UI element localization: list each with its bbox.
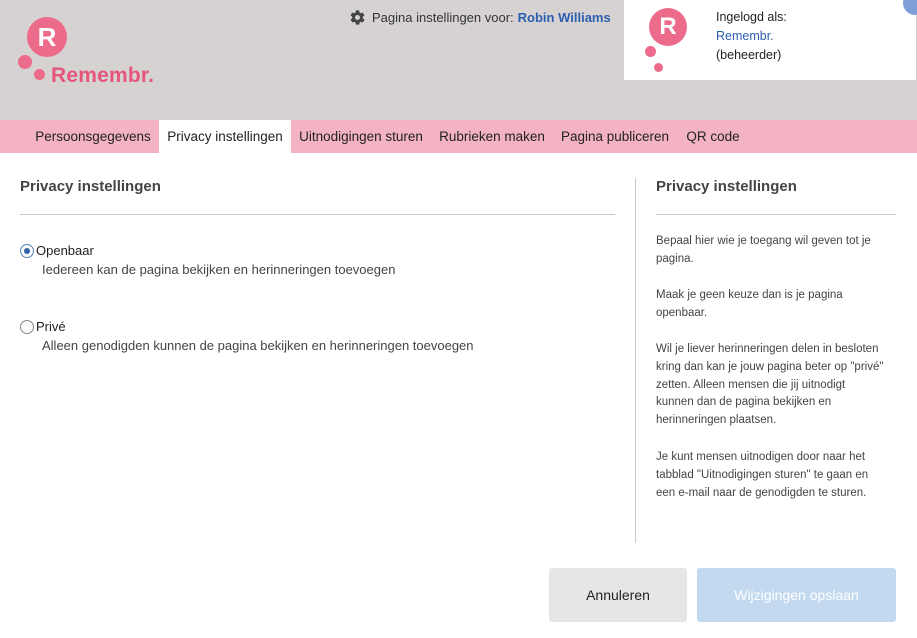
tab-bar: Persoonsgegevens Privacy instellingen Ui… xyxy=(0,120,917,153)
site-header: R Remembr. Pagina instellingen voor: Rob… xyxy=(0,0,917,120)
help-paragraph: Maak je geen keuze dan is je pagina open… xyxy=(656,289,843,319)
tab-rubrieken-maken[interactable]: Rubrieken maken xyxy=(431,120,553,153)
cancel-button[interactable]: Annuleren xyxy=(549,568,687,622)
radio-checked-icon[interactable] xyxy=(20,243,34,258)
page-title: Privacy instellingen xyxy=(20,178,161,195)
page-settings-prefix: Pagina instellingen voor: xyxy=(372,9,514,25)
vertical-divider xyxy=(635,178,636,543)
avatar-dot-small xyxy=(654,63,663,72)
avatar-circle: R xyxy=(649,8,687,46)
user-panel: R Ingelogd als: Remembr. (beheerder) xyxy=(624,0,916,80)
radio-unchecked-icon[interactable] xyxy=(20,319,34,334)
help-divider xyxy=(656,214,896,215)
remembr-logo[interactable]: R Remembr. xyxy=(16,14,166,94)
logo-circle: R xyxy=(27,17,67,57)
tab-privacy-instellingen[interactable]: Privacy instellingen xyxy=(159,120,291,153)
help-paragraph: Wil je liever herinneringen delen in bes… xyxy=(656,343,884,427)
divider xyxy=(20,214,615,215)
tab-qr-code[interactable]: QR code xyxy=(677,120,749,153)
avatar: R xyxy=(644,8,700,74)
help-title: Privacy instellingen xyxy=(656,178,797,195)
user-role: (beheerder) xyxy=(716,48,782,62)
option-openbaar[interactable]: Openbaar xyxy=(20,243,94,258)
username-link[interactable]: Remembr. xyxy=(716,27,787,46)
tab-persoonsgegevens[interactable]: Persoonsgegevens xyxy=(27,120,159,153)
page-owner-link[interactable]: Robin Williams xyxy=(518,10,611,25)
logged-in-label: Ingelogd als: xyxy=(716,10,787,24)
tab-uitnodigingen-sturen[interactable]: Uitnodigingen sturen xyxy=(291,120,431,153)
logo-dot xyxy=(18,55,32,69)
option-openbaar-label: Openbaar xyxy=(36,243,94,258)
logo-dot-small xyxy=(34,69,45,80)
option-prive[interactable]: Privé xyxy=(20,319,66,334)
save-button[interactable]: Wijzigingen opslaan xyxy=(697,568,896,622)
help-paragraph: Bepaal hier wie je toegang wil geven tot… xyxy=(656,235,871,265)
avatar-letter: R xyxy=(659,13,677,40)
logo-letter: R xyxy=(37,22,57,52)
avatar-dot xyxy=(645,46,656,57)
help-paragraph: Je kunt mensen uitnodigen door naar het … xyxy=(656,451,869,499)
option-prive-label: Privé xyxy=(36,319,66,334)
gear-icon xyxy=(350,9,365,25)
option-prive-description: Alleen genodigden kunnen de pagina bekij… xyxy=(42,338,474,353)
user-info: Ingelogd als: Remembr. (beheerder) xyxy=(716,8,787,65)
page-settings-label: Pagina instellingen voor: Robin Williams xyxy=(349,8,611,26)
logo-wordmark: Remembr. xyxy=(51,64,155,87)
option-openbaar-description: Iedereen kan de pagina bekijken en herin… xyxy=(42,262,396,277)
tab-pagina-publiceren[interactable]: Pagina publiceren xyxy=(553,120,677,153)
